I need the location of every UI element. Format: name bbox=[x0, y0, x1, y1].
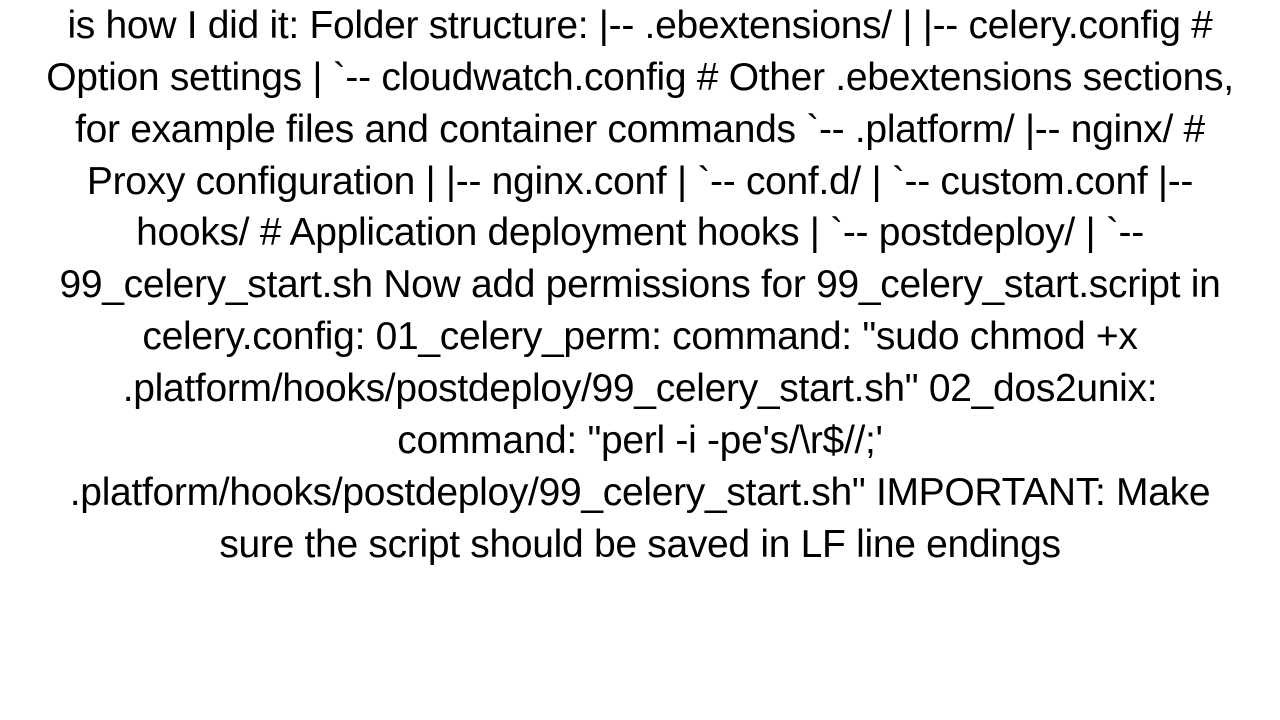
document-text: is how I did it: Folder structure: |-- .… bbox=[0, 0, 1280, 570]
